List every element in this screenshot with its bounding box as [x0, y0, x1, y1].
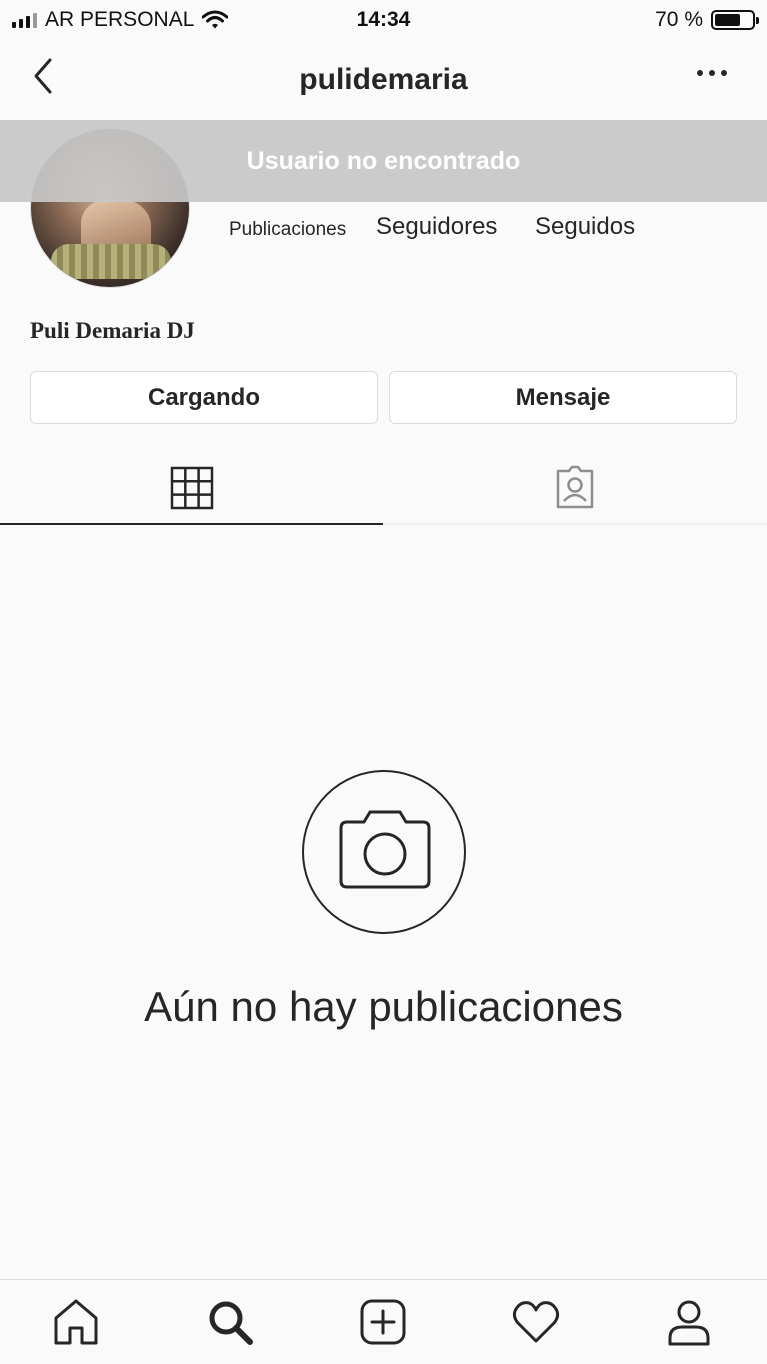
add-post-icon[interactable]	[357, 1296, 409, 1348]
stat-followers-label[interactable]: Seguidores	[376, 213, 497, 241]
wifi-icon	[202, 10, 229, 29]
battery-icon	[711, 10, 759, 30]
profile-name: Puli Demaria DJ	[30, 318, 195, 343]
active-tab-indicator	[0, 523, 383, 525]
profile-icon[interactable]	[663, 1296, 715, 1348]
battery-percent: 70 %	[655, 8, 703, 31]
chevron-left-icon[interactable]	[28, 56, 64, 96]
heart-icon[interactable]	[510, 1296, 562, 1348]
status-bar: AR PERSONAL 14:34 70 %	[0, 0, 767, 40]
signal-icon	[12, 12, 37, 28]
grid-icon	[170, 466, 213, 509]
stat-following-label[interactable]: Seguidos	[535, 213, 635, 241]
search-icon[interactable]	[204, 1296, 256, 1348]
user-not-found-toast: Usuario no encontrado	[0, 120, 767, 202]
tab-tagged[interactable]	[383, 450, 766, 525]
empty-state-text: Aún no hay publicaciones	[144, 983, 623, 1030]
stat-posts-label[interactable]: Publicaciones	[229, 219, 346, 241]
bottom-nav	[0, 1279, 767, 1364]
follow-button[interactable]: Cargando	[30, 371, 378, 424]
status-left: AR PERSONAL	[12, 8, 229, 32]
camera-icon	[339, 810, 430, 888]
message-button[interactable]: Mensaje	[389, 371, 737, 424]
home-icon[interactable]	[50, 1296, 102, 1348]
avatar-cushion	[51, 244, 171, 279]
battery-fill	[715, 14, 741, 26]
tab-grid[interactable]	[0, 450, 383, 525]
tagged-icon	[556, 465, 593, 508]
carrier-label: AR PERSONAL	[45, 8, 195, 31]
toast-message: Usuario no encontrado	[246, 146, 521, 175]
more-dots-icon[interactable]	[697, 70, 727, 76]
page-title: pulidemaria	[299, 63, 468, 96]
empty-state-circle	[302, 770, 466, 934]
status-right: 70 %	[655, 8, 759, 32]
inactive-tab-line	[383, 523, 767, 525]
nav-header: pulidemaria	[0, 40, 767, 120]
